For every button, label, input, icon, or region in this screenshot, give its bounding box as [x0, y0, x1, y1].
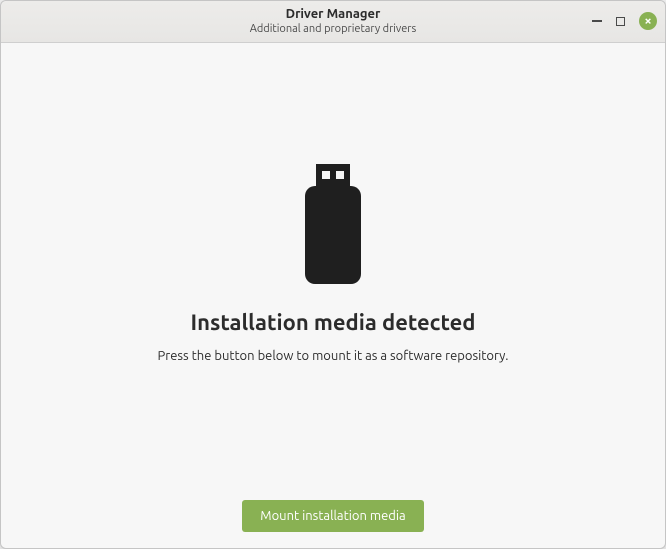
window-controls: × [592, 12, 657, 30]
minimize-icon [592, 20, 602, 22]
usb-drive-icon [298, 164, 368, 288]
mount-installation-media-button[interactable]: Mount installation media [242, 500, 423, 532]
driver-manager-window: Driver Manager Additional and proprietar… [0, 0, 666, 549]
window-subtitle: Additional and proprietary drivers [250, 23, 417, 36]
close-button[interactable]: × [639, 12, 657, 30]
titlebar: Driver Manager Additional and proprietar… [1, 1, 665, 43]
content-heading: Installation media detected [191, 310, 476, 335]
title-text-block: Driver Manager Additional and proprietar… [11, 7, 655, 36]
main-content: Installation media detected Press the bu… [1, 43, 665, 484]
footer: Mount installation media [1, 484, 665, 548]
content-description: Press the button below to mount it as a … [158, 349, 509, 363]
minimize-button[interactable] [592, 20, 602, 22]
maximize-button[interactable] [616, 17, 625, 26]
maximize-icon [616, 17, 625, 26]
window-title: Driver Manager [286, 7, 381, 23]
close-icon: × [639, 12, 657, 30]
